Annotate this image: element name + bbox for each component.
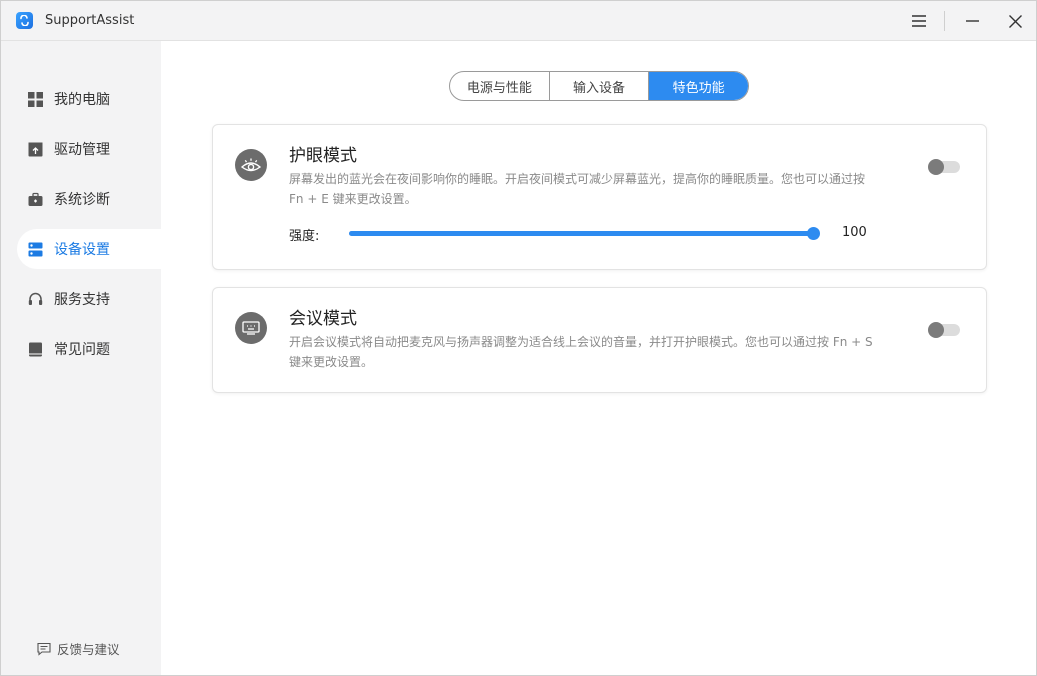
close-icon <box>1008 14 1022 28</box>
toolbox-icon <box>27 191 43 207</box>
app-window: SupportAssist 我的电脑 驱动管理 系统诊断 设备设置 服务支持 常… <box>0 0 1037 676</box>
meeting-screen-icon <box>235 312 267 344</box>
eye-care-toggle[interactable] <box>928 159 960 175</box>
sidebar-item-label: 常见问题 <box>54 342 110 358</box>
sidebar-item-my-computer[interactable]: 我的电脑 <box>17 79 161 119</box>
minimize-icon <box>965 20 979 22</box>
strength-slider-fill <box>349 231 814 236</box>
sidebar-item-faq[interactable]: 常见问题 <box>17 329 161 369</box>
sidebar-item-label: 我的电脑 <box>54 92 110 108</box>
strength-value: 100 <box>842 225 867 240</box>
feedback-link[interactable]: 反馈与建议 <box>37 639 120 658</box>
sidebar-item-driver-management[interactable]: 驱动管理 <box>17 129 161 169</box>
sidebar-item-label: 服务支持 <box>54 292 110 308</box>
strength-label: 强度: <box>289 229 320 244</box>
sidebar-item-label: 系统诊断 <box>54 192 110 208</box>
sidebar: 我的电脑 驱动管理 系统诊断 设备设置 服务支持 常见问题 反馈与建议 <box>1 41 161 675</box>
minimize-button[interactable] <box>958 7 986 35</box>
sidebar-item-label: 驱动管理 <box>54 142 110 158</box>
sidebar-item-label: 设备设置 <box>54 242 110 258</box>
main-content: 电源与性能 输入设备 特色功能 护眼模式 屏幕发出的蓝光会在夜间影响你的睡眠。开… <box>161 41 1036 675</box>
toggle-knob <box>928 159 944 175</box>
supportassist-logo-icon <box>16 12 33 29</box>
toggle-knob <box>928 322 944 338</box>
sidebar-item-system-diagnosis[interactable]: 系统诊断 <box>17 179 161 219</box>
grid-icon <box>27 91 43 107</box>
title-bar: SupportAssist <box>1 1 1036 41</box>
feedback-label: 反馈与建议 <box>57 642 120 657</box>
meeting-mode-description: 开启会议模式将自动把麦克风与扬声器调整为适合线上会议的音量，并打开护眼模式。您也… <box>289 335 873 369</box>
tab-input-devices[interactable]: 输入设备 <box>550 72 650 100</box>
titlebar-separator <box>944 11 945 31</box>
sidebar-item-device-settings[interactable]: 设备设置 <box>17 229 161 269</box>
eye-icon <box>235 149 267 181</box>
segment-tabs: 电源与性能 输入设备 特色功能 <box>449 71 749 101</box>
eye-care-card: 护眼模式 屏幕发出的蓝光会在夜间影响你的睡眠。开启夜间模式可减少屏幕蓝光，提高你… <box>212 124 987 270</box>
sidebar-item-service-support[interactable]: 服务支持 <box>17 279 161 319</box>
app-title: SupportAssist <box>45 13 135 28</box>
eye-care-title: 护眼模式 <box>289 146 357 166</box>
strength-slider[interactable] <box>349 227 820 240</box>
close-button[interactable] <box>1001 7 1029 35</box>
tab-special-features[interactable]: 特色功能 <box>649 72 748 100</box>
tab-power-performance[interactable]: 电源与性能 <box>450 72 550 100</box>
headset-icon <box>27 291 43 307</box>
meeting-mode-title: 会议模式 <box>289 309 357 329</box>
feedback-chat-icon <box>37 642 51 656</box>
driver-box-icon <box>27 141 43 157</box>
eye-care-description: 屏幕发出的蓝光会在夜间影响你的睡眠。开启夜间模式可减少屏幕蓝光，提高你的睡眠质量… <box>289 172 866 206</box>
strength-slider-thumb[interactable] <box>807 227 820 240</box>
settings-list-icon <box>27 241 43 257</box>
menu-button[interactable] <box>905 7 933 35</box>
book-icon <box>27 341 43 357</box>
hamburger-icon <box>912 15 926 27</box>
meeting-mode-toggle[interactable] <box>928 322 960 338</box>
meeting-mode-card: 会议模式 开启会议模式将自动把麦克风与扬声器调整为适合线上会议的音量，并打开护眼… <box>212 287 987 393</box>
